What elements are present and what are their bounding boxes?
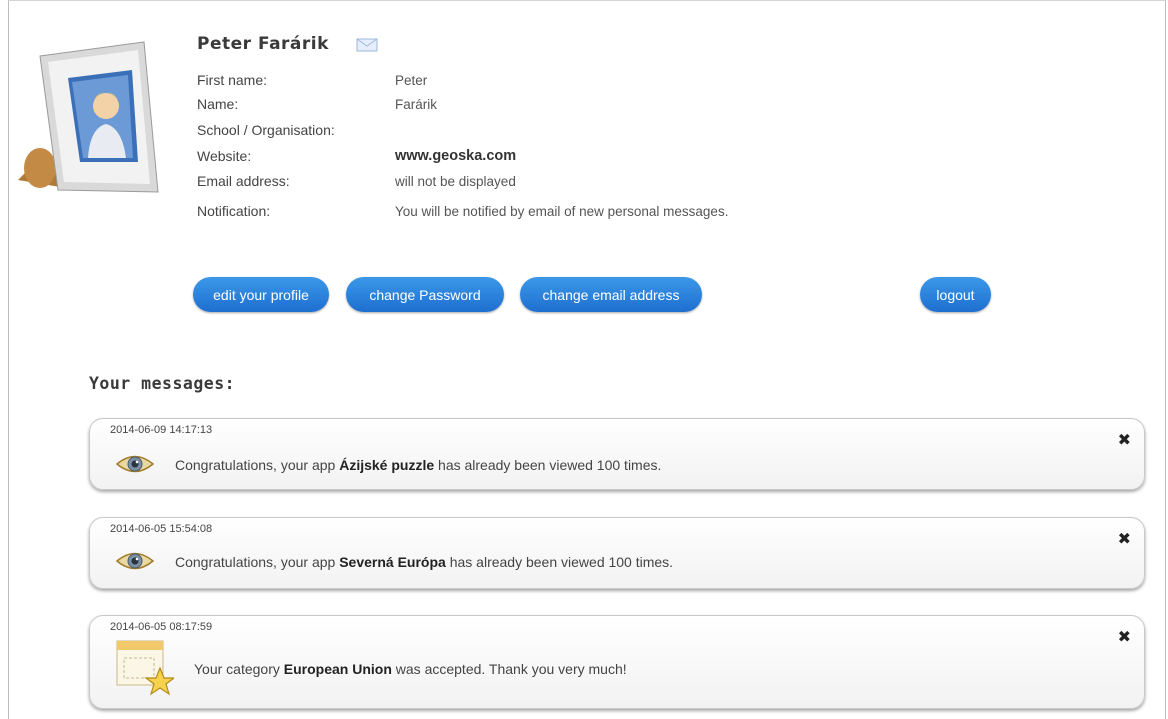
message-item: 2014-06-05 08:17:59 ✖ Your category Euro… (89, 615, 1145, 709)
field-label-school: School / Organisation: (197, 122, 335, 138)
logout-button[interactable]: logout (920, 277, 991, 312)
message-time: 2014-06-09 14:17:13 (110, 424, 213, 436)
message-item: 2014-06-09 14:17:13 ✖ Congratulations, y… (89, 418, 1145, 490)
messages-title: Your messages: (89, 374, 236, 393)
avatar (18, 40, 178, 210)
profile-name: Peter Farárik (197, 34, 329, 54)
message-text: Your category European Union was accepte… (194, 661, 627, 677)
message-text: Congratulations, your app Severná Európa… (175, 554, 674, 570)
field-label-notification: Notification: (197, 203, 271, 219)
edit-profile-button[interactable]: edit your profile (193, 277, 329, 312)
field-value-name: Farárik (395, 97, 438, 112)
change-password-button[interactable]: change Password (346, 277, 504, 312)
close-icon[interactable]: ✖ (1118, 529, 1131, 549)
website-link[interactable]: www.geoska.com (395, 148, 516, 164)
category-star-icon (116, 640, 174, 696)
mail-icon[interactable] (356, 37, 378, 53)
field-label-email: Email address: (197, 173, 290, 189)
message-text: Congratulations, your app Ázijské puzzle… (175, 457, 662, 473)
field-value-first-name: Peter (395, 73, 428, 88)
field-label-name: Name: (197, 96, 239, 112)
field-value-notification: You will be notified by email of new per… (395, 204, 729, 219)
message-time: 2014-06-05 15:54:08 (110, 523, 213, 535)
change-email-button[interactable]: change email address (520, 277, 702, 312)
app-name: Ázijské puzzle (339, 457, 435, 473)
field-label-website: Website: (197, 148, 252, 164)
eye-icon (116, 455, 154, 473)
field-label-first-name: First name: (197, 72, 268, 88)
message-item: 2014-06-05 15:54:08 ✖ Congratulations, y… (89, 517, 1145, 589)
close-icon[interactable]: ✖ (1118, 430, 1131, 450)
page-frame (8, 0, 1166, 719)
field-value-email: will not be displayed (395, 174, 516, 189)
message-time: 2014-06-05 08:17:59 (110, 621, 213, 633)
eye-icon (116, 552, 154, 570)
close-icon[interactable]: ✖ (1118, 627, 1131, 647)
category-name: European Union (283, 661, 392, 677)
app-name: Severná Európa (339, 554, 446, 570)
